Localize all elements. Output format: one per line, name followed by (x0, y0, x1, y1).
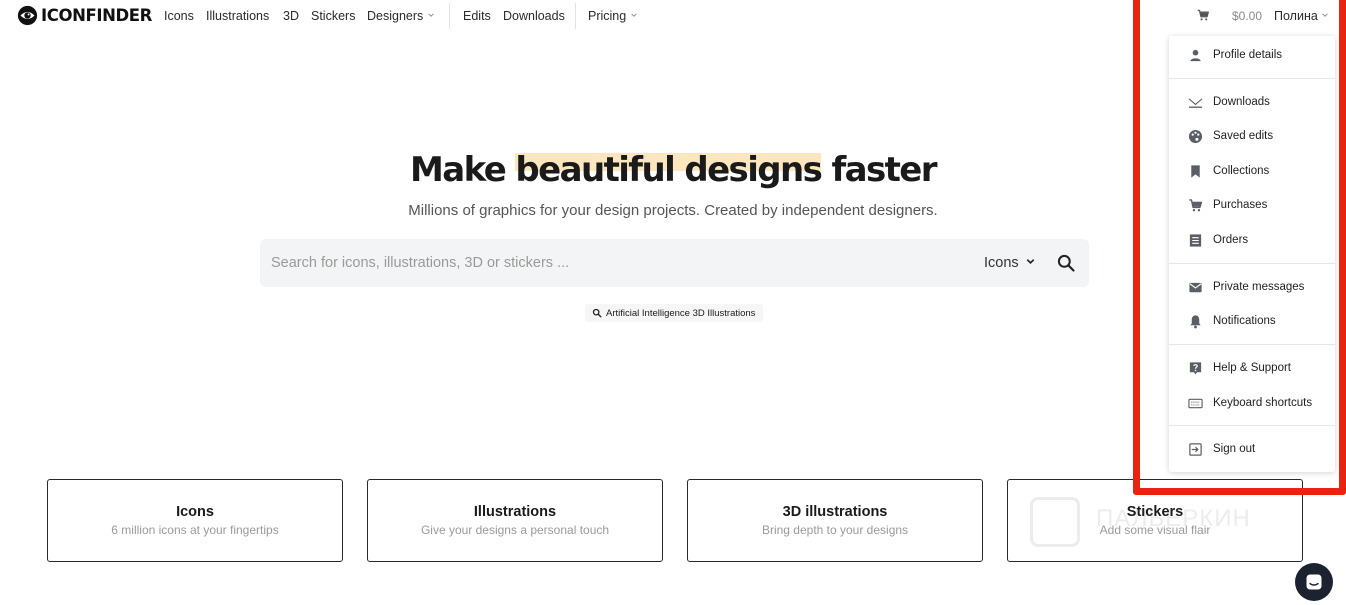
search-type-value: Icons (984, 255, 1019, 271)
envelope-icon (1189, 282, 1202, 292)
nav-pricing[interactable]: Pricing (588, 9, 638, 23)
hero-title-start: Make (410, 150, 516, 190)
search-input[interactable] (271, 239, 951, 287)
menu-item-profile-details[interactable]: Profile details (1169, 41, 1335, 69)
card-subtitle: Give your designs a personal touch (420, 523, 610, 537)
cart-icon (1189, 198, 1203, 211)
menu-item-label: Sign out (1213, 443, 1256, 455)
menu-item-help-support[interactable]: Help & Support (1169, 354, 1335, 382)
menu-item-purchases[interactable]: Purchases (1169, 191, 1335, 219)
menu-item-label: Notifications (1213, 315, 1276, 327)
menu-item-orders[interactable]: Orders (1169, 226, 1335, 254)
card-title: 3D illustrations (782, 504, 888, 520)
suggestion-label: Artificial Intelligence 3D Illustrations (606, 307, 756, 319)
receipt-icon (1189, 233, 1202, 247)
user-dropdown-menu: Profile details Downloads Saved edits Co… (1169, 36, 1335, 472)
brand-logo[interactable]: ICONFINDER (17, 5, 152, 26)
hero-title: Make beautiful designs faster (0, 150, 1346, 190)
cart-total[interactable]: $0.00 (1232, 9, 1262, 23)
chat-icon (1306, 574, 1322, 590)
hero-title-highlight: beautiful designs (515, 150, 823, 190)
menu-item-private-messages[interactable]: Private messages (1169, 273, 1335, 301)
nav-pricing-label: Pricing (588, 9, 627, 23)
nav-icons[interactable]: Icons (164, 9, 194, 23)
support-chat-button[interactable] (1295, 563, 1333, 601)
user-menu-toggle[interactable]: Полина (1274, 9, 1329, 23)
chevron-down-icon (631, 13, 637, 17)
cart-icon[interactable] (1196, 8, 1210, 22)
menu-item-label: Purchases (1213, 199, 1268, 211)
menu-item-collections[interactable]: Collections (1169, 157, 1335, 185)
card-subtitle: 6 million icons at your fingertips (111, 523, 279, 537)
menu-item-sign-out[interactable]: Sign out (1169, 435, 1335, 463)
nav-divider (449, 3, 450, 29)
search-icon (592, 308, 602, 318)
nav-designers-label: Designers (367, 9, 424, 23)
menu-item-notifications[interactable]: Notifications (1169, 307, 1335, 335)
nav-designers[interactable]: Designers (367, 9, 435, 23)
search-icon[interactable] (1056, 253, 1076, 273)
eye-logo-icon (17, 5, 38, 26)
search-suggestion-chip[interactable]: Artificial Intelligence 3D Illustrations (585, 304, 764, 322)
bell-icon (1190, 314, 1201, 328)
menu-item-label: Private messages (1213, 281, 1305, 293)
card-title: Stickers (1126, 504, 1184, 520)
menu-item-downloads[interactable]: Downloads (1169, 88, 1335, 116)
menu-item-label: Saved edits (1213, 130, 1274, 142)
menu-item-label: Downloads (1213, 96, 1270, 108)
nav-stickers[interactable]: Stickers (311, 9, 355, 23)
nav-illustrations[interactable]: Illustrations (206, 9, 269, 23)
menu-item-label: Keyboard shortcuts (1213, 397, 1313, 409)
brand-name: ICONFINDER (41, 6, 152, 25)
menu-divider (1169, 78, 1335, 79)
top-navigation: ICONFINDER Icons Illustrations 3D Sticke… (0, 0, 1346, 32)
chevron-down-icon (1026, 259, 1034, 265)
sign-out-icon (1189, 442, 1202, 456)
chevron-down-icon (428, 13, 435, 17)
menu-divider (1169, 425, 1335, 426)
nav-edits[interactable]: Edits (463, 9, 491, 23)
card-subtitle: Add some visual flair (1099, 523, 1211, 537)
nav-divider (575, 3, 576, 29)
nav-3d[interactable]: 3D (283, 9, 299, 23)
menu-item-label: Help & Support (1213, 362, 1291, 374)
keyboard-icon (1188, 398, 1203, 408)
user-name: Полина (1274, 9, 1318, 23)
hero-title-end: faster (821, 150, 937, 190)
card-title: Icons (176, 504, 214, 520)
card-title: Illustrations (473, 504, 557, 520)
menu-item-label: Profile details (1213, 49, 1283, 61)
category-card-icons[interactable]: Icons 6 million icons at your fingertips (47, 479, 343, 562)
chevron-down-icon (1322, 13, 1328, 17)
card-subtitle: Bring depth to your designs (761, 523, 909, 537)
person-icon (1190, 49, 1201, 61)
menu-item-label: Orders (1213, 234, 1249, 246)
category-card-3d[interactable]: 3D illustrations Bring depth to your des… (687, 479, 983, 562)
menu-divider (1169, 263, 1335, 264)
nav-downloads[interactable]: Downloads (503, 9, 565, 23)
search-type-select[interactable]: Icons (984, 255, 1036, 271)
bookmark-icon (1191, 164, 1200, 178)
palette-icon (1188, 129, 1203, 143)
menu-item-saved-edits[interactable]: Saved edits (1169, 122, 1335, 150)
download-tray-icon (1188, 97, 1203, 108)
category-card-illustrations[interactable]: Illustrations Give your designs a person… (367, 479, 663, 562)
category-card-stickers[interactable]: Stickers Add some visual flair (1007, 479, 1303, 562)
help-icon (1189, 361, 1202, 375)
search-bar: Icons (260, 239, 1089, 287)
hero-subtitle: Millions of graphics for your design pro… (408, 202, 938, 219)
menu-item-label: Collections (1213, 165, 1270, 177)
menu-divider (1169, 344, 1335, 345)
menu-item-keyboard-shortcuts[interactable]: Keyboard shortcuts (1169, 389, 1335, 417)
